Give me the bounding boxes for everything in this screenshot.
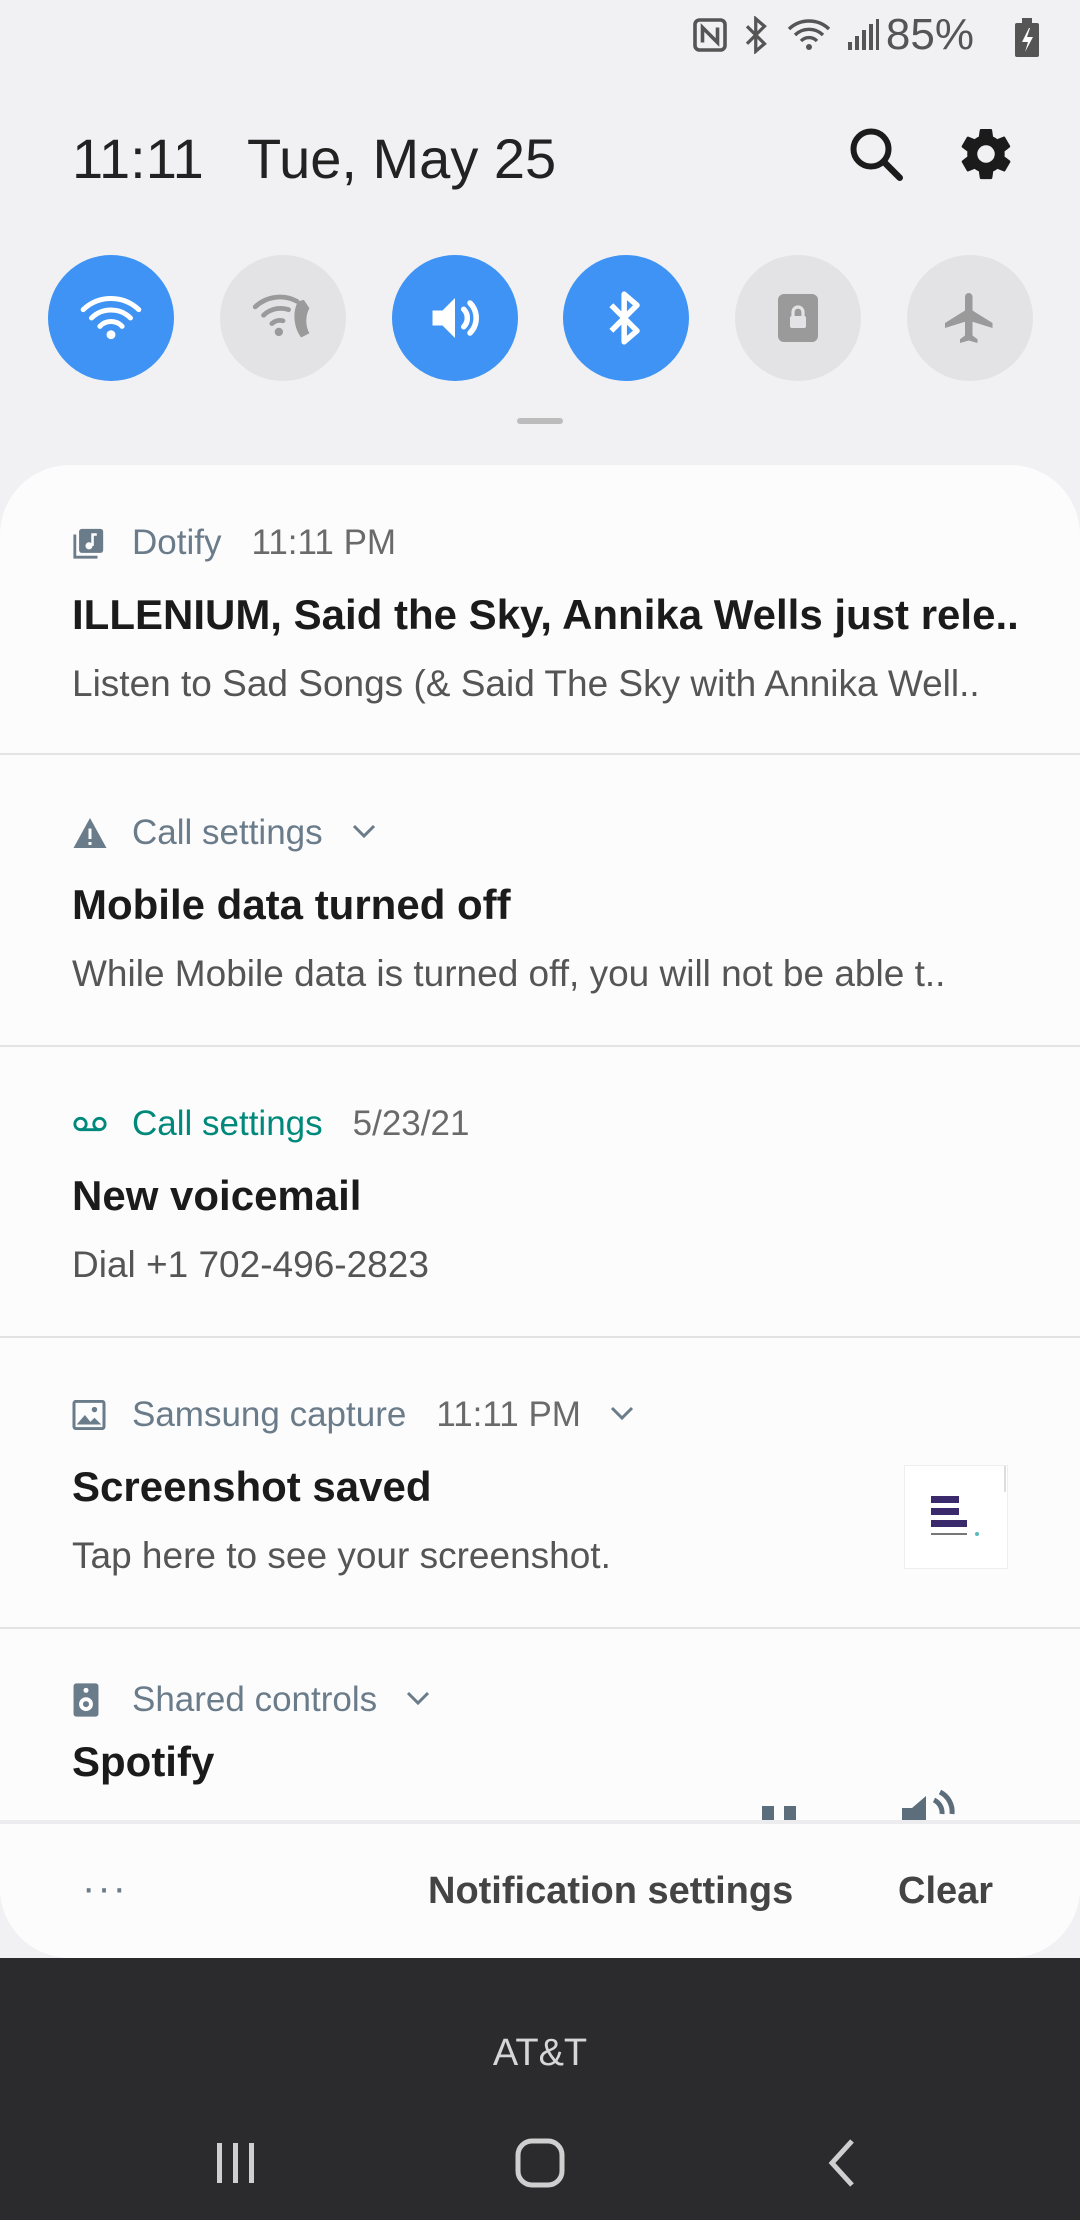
- notification-time: 11:11 PM: [436, 1395, 581, 1434]
- app-name: Samsung capture: [132, 1395, 407, 1434]
- rotation-lock-toggle[interactable]: [735, 255, 862, 381]
- wifi-icon: [787, 19, 831, 50]
- thumbnail-image: [931, 1466, 1006, 1536]
- notification-dotify[interactable]: Dotify 11:11 PM ILLENIUM, Said the Sky, …: [0, 465, 1080, 755]
- notification-meta: Shared controls: [72, 1678, 431, 1722]
- more-options-button[interactable]: ···: [82, 1866, 128, 1911]
- notification-body: While Mobile data is turned off, you wil…: [72, 953, 946, 994]
- battery-charging-icon: [1015, 18, 1039, 57]
- recent-apps-icon: [217, 2143, 254, 2183]
- search-button[interactable]: [846, 124, 910, 188]
- panel-footer: ··· Notification settings Clear: [0, 1820, 1080, 1958]
- panel-header: 11:11 Tue, May 25: [72, 118, 1020, 198]
- drag-handle[interactable]: [517, 418, 563, 424]
- notification-settings-button[interactable]: Notification settings: [428, 1870, 793, 1913]
- chevron-down-icon[interactable]: [351, 823, 377, 844]
- recent-apps-button[interactable]: [196, 2128, 276, 2198]
- speaker-icon: [72, 1682, 108, 1718]
- bottom-area: AT&T: [0, 1958, 1080, 2220]
- quick-settings-row: [48, 255, 1033, 381]
- notification-title: Mobile data turned off: [72, 881, 511, 928]
- notification-body: Tap here to see your screenshot.: [72, 1535, 611, 1576]
- bluetooth-toggle[interactable]: [563, 255, 690, 381]
- clear-button[interactable]: Clear: [898, 1870, 993, 1913]
- notification-panel: Dotify 11:11 PM ILLENIUM, Said the Sky, …: [0, 465, 1080, 1958]
- airplane-mode-toggle[interactable]: [906, 255, 1033, 381]
- chevron-down-icon[interactable]: [405, 1690, 431, 1711]
- rotation-lock-icon: [778, 294, 819, 342]
- airplane-icon: [944, 293, 993, 343]
- notification-title: Spotify: [72, 1738, 215, 1785]
- nfc-icon: [693, 18, 727, 52]
- app-name: Call settings: [132, 1104, 323, 1143]
- notification-time: 5/23/21: [352, 1104, 470, 1143]
- wifi-calling-icon: [252, 294, 310, 338]
- notification-title: ILLENIUM, Said the Sky, Annika Wells jus…: [72, 591, 1019, 638]
- battery-percent: 85%: [885, 10, 974, 59]
- screenshot-thumbnail[interactable]: [904, 1465, 1008, 1569]
- wifi-calling-toggle[interactable]: [219, 255, 346, 381]
- chevron-down-icon[interactable]: [609, 1405, 635, 1426]
- status-icons: [692, 16, 880, 54]
- home-icon: [515, 2138, 565, 2188]
- app-name: Shared controls: [132, 1680, 378, 1719]
- pause-button[interactable]: [760, 1778, 800, 1820]
- wifi-toggle[interactable]: [48, 255, 174, 381]
- app-name: Dotify: [132, 523, 222, 562]
- image-icon: [72, 1397, 108, 1433]
- notification-body: Dial +1 702-496-2823: [72, 1244, 429, 1285]
- pause-icon: [762, 1806, 796, 1820]
- voicemail-icon: [72, 1106, 108, 1142]
- speaker-volume-icon: [902, 1789, 955, 1820]
- notification-voicemail[interactable]: Call settings 5/23/21 New voicemail Dial…: [0, 1046, 1080, 1336]
- notification-body: Listen to Sad Songs (& Said The Sky with…: [72, 663, 980, 704]
- carrier-label: AT&T: [492, 2032, 588, 2074]
- sound-toggle[interactable]: [391, 255, 518, 381]
- notification-shared-controls[interactable]: Shared controls Spotify: [0, 1628, 1080, 1820]
- music-app-icon: [72, 525, 108, 561]
- bluetooth-icon: [609, 291, 641, 345]
- wifi-icon: [80, 296, 142, 340]
- notification-meta: Dotify 11:11 PM: [72, 521, 396, 565]
- date: Tue, May 25: [247, 127, 557, 190]
- notification-meta: Call settings: [72, 811, 377, 855]
- navigation-bar: [0, 2108, 1080, 2220]
- notification-mobile-data[interactable]: Call settings Mobile data turned off Whi…: [0, 755, 1080, 1045]
- app-name: Call settings: [132, 813, 323, 852]
- output-volume-button[interactable]: [898, 1776, 958, 1820]
- home-button[interactable]: [500, 2128, 580, 2198]
- notification-time: 11:11 PM: [251, 523, 397, 562]
- notification-screenshot[interactable]: Samsung capture 11:11 PM Screenshot save…: [0, 1337, 1080, 1627]
- search-icon: [850, 128, 903, 181]
- status-bar: 85%: [660, 0, 1080, 72]
- clock: 11:11: [72, 127, 204, 190]
- back-button[interactable]: [802, 2128, 882, 2198]
- settings-button[interactable]: [956, 124, 1020, 188]
- notification-title: Screenshot saved: [72, 1463, 432, 1510]
- gear-icon: [961, 128, 1011, 180]
- back-icon: [828, 2139, 854, 2187]
- notification-meta: Call settings 5/23/21: [72, 1102, 469, 1146]
- notification-meta: Samsung capture 11:11 PM: [72, 1393, 635, 1437]
- bluetooth-icon: [745, 16, 767, 54]
- volume-icon: [432, 298, 479, 338]
- notification-title: New voicemail: [72, 1172, 362, 1219]
- warning-icon: [72, 815, 108, 851]
- signal-icon: [848, 19, 879, 50]
